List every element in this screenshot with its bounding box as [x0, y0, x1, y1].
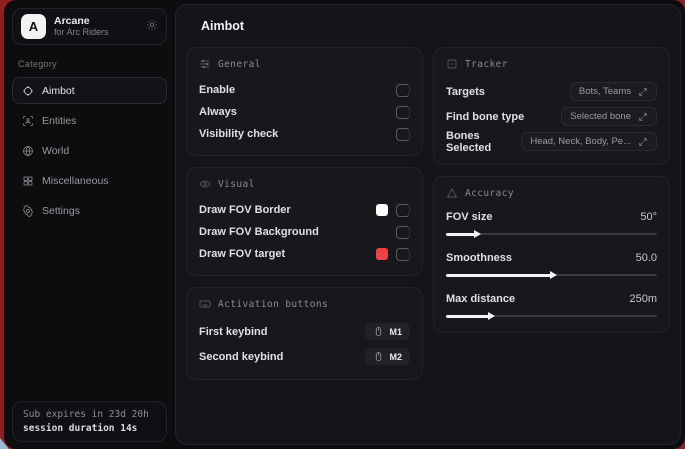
globe-icon [22, 145, 34, 157]
setting-row-find-bone-type: Find bone type Selected bone [446, 104, 657, 129]
panel-activation-buttons: Activation buttons First keybind M1 Seco… [186, 287, 423, 380]
mouse-icon [373, 351, 384, 362]
targets-dropdown[interactable]: Bots, Teams [570, 82, 657, 101]
setting-row-targets: Targets Bots, Teams [446, 79, 657, 104]
category-nav: Aimbot Entities World Miscellaneous Sett… [12, 77, 167, 224]
sidebar-item-miscellaneous[interactable]: Miscellaneous [12, 167, 167, 194]
settings-gear-icon [22, 205, 34, 217]
panel-visual: Visual Draw FOV Border Draw FOV Backgrou… [186, 167, 423, 276]
sub-expires-text: Sub expires in 23d 20h [23, 409, 156, 420]
fov-target-checkbox[interactable] [396, 248, 410, 261]
mouse-icon [373, 326, 384, 337]
setting-row-fov-target: Draw FOV target [199, 243, 410, 265]
brand-card: A Arcane for Arc Riders [12, 8, 167, 45]
panel-title: Accuracy [465, 188, 514, 199]
expand-icon [638, 87, 648, 97]
setting-row-fov-size: FOV size 50° [446, 208, 657, 238]
fov-size-value: 50° [640, 211, 657, 223]
setting-row-fov-background: Draw FOV Background [199, 221, 410, 243]
max-distance-slider[interactable] [446, 311, 657, 320]
setting-row-bones-selected: Bones Selected Head, Neck, Body, Pe... [446, 129, 657, 154]
panel-tracker: Tracker Targets Bots, Teams Find bone ty… [433, 47, 670, 165]
app-name: Arcane [54, 15, 138, 27]
gear-icon[interactable] [146, 19, 158, 34]
app-window: A Arcane for Arc Riders Category Aimbot … [4, 0, 685, 449]
session-duration-text: session duration 14s [23, 423, 156, 434]
subscription-card: Sub expires in 23d 20h session duration … [12, 401, 167, 442]
tracker-icon [446, 58, 458, 70]
setting-row-max-distance: Max distance 250m [446, 290, 657, 320]
fov-target-color-swatch[interactable] [376, 248, 388, 260]
sidebar: A Arcane for Arc Riders Category Aimbot … [4, 0, 175, 449]
page-title: Aimbot [201, 19, 670, 33]
smoothness-slider[interactable] [446, 270, 657, 279]
sidebar-item-label: World [42, 145, 69, 157]
setting-row-enable: Enable [199, 79, 410, 101]
panel-title: Visual [218, 179, 255, 190]
category-label: Category [18, 59, 167, 69]
setting-row-second-keybind: Second keybind M2 [199, 344, 410, 369]
triangle-icon [446, 187, 458, 199]
smoothness-value: 50.0 [636, 252, 657, 264]
find-bone-type-dropdown[interactable]: Selected bone [561, 107, 657, 126]
main-content: Aimbot General Enable Always [175, 4, 681, 445]
panel-title: Activation buttons [218, 299, 328, 310]
sliders-icon [199, 58, 211, 70]
app-logo: A [21, 14, 46, 39]
fov-size-slider[interactable] [446, 229, 657, 238]
slider-thumb[interactable] [550, 271, 557, 279]
setting-row-first-keybind: First keybind M1 [199, 319, 410, 344]
visibility-check-checkbox[interactable] [396, 128, 410, 141]
setting-row-visibility-check: Visibility check [199, 123, 410, 145]
fov-background-checkbox[interactable] [396, 226, 410, 239]
expand-icon [638, 112, 648, 122]
fov-border-checkbox[interactable] [396, 204, 410, 217]
setting-row-smoothness: Smoothness 50.0 [446, 249, 657, 279]
panel-general: General Enable Always Visibility check [186, 47, 423, 156]
sidebar-item-label: Miscellaneous [42, 175, 109, 187]
first-keybind-button[interactable]: M1 [365, 323, 410, 340]
sidebar-item-world[interactable]: World [12, 137, 167, 164]
bones-selected-dropdown[interactable]: Head, Neck, Body, Pe... [521, 132, 657, 151]
slider-thumb[interactable] [488, 312, 495, 320]
sidebar-item-entities[interactable]: Entities [12, 107, 167, 134]
entities-icon [22, 115, 34, 127]
cursor-fragment [0, 438, 9, 449]
panel-accuracy: Accuracy FOV size 50° [433, 176, 670, 333]
max-distance-value: 250m [629, 293, 657, 305]
setting-row-always: Always [199, 101, 410, 123]
sidebar-item-label: Settings [42, 205, 80, 217]
sidebar-item-aimbot[interactable]: Aimbot [12, 77, 167, 104]
crosshair-icon [22, 85, 34, 97]
setting-row-fov-border: Draw FOV Border [199, 199, 410, 221]
sidebar-item-label: Aimbot [42, 85, 75, 97]
sidebar-item-settings[interactable]: Settings [12, 197, 167, 224]
panel-title: General [218, 59, 261, 70]
sidebar-item-label: Entities [42, 115, 76, 127]
app-subtitle: for Arc Riders [54, 27, 138, 37]
second-keybind-button[interactable]: M2 [365, 348, 410, 365]
fov-border-color-swatch[interactable] [376, 204, 388, 216]
always-checkbox[interactable] [396, 106, 410, 119]
eye-icon [199, 178, 211, 190]
enable-checkbox[interactable] [396, 84, 410, 97]
expand-icon [638, 137, 648, 147]
slider-thumb[interactable] [474, 230, 481, 238]
grid-icon [22, 175, 34, 187]
panel-title: Tracker [465, 59, 508, 70]
keyboard-icon [199, 298, 211, 310]
